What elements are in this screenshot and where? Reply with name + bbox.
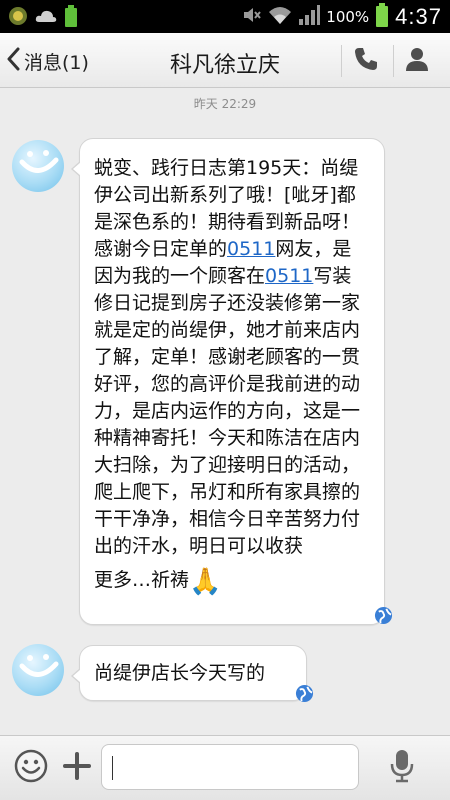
clock: 4:37 [395,4,442,29]
message-text-part: 更多…祈祷 [94,569,190,591]
back-button[interactable]: 消息(1) [6,46,89,76]
smiley-icon [14,749,48,787]
message-bubble[interactable]: 尚缇伊店长今天写的 [71,645,307,701]
call-button[interactable] [348,45,384,77]
chevron-left-icon [6,47,20,75]
message-input[interactable] [101,744,359,790]
prayer-emoji-icon: 🙏 [189,567,222,597]
message-text: 尚缇伊店长今天写的 [94,662,266,684]
message-text: 蜕变、践行日志第195天：尚缇伊公司出新系列了哦！[呲牙]都是深色系的！期待看到… [94,155,370,560]
avatar[interactable] [12,644,64,696]
divider [341,45,342,77]
signal-icon [298,5,321,29]
battery-small-icon [64,5,78,31]
globe-icon [295,684,314,703]
back-label: 消息(1) [24,51,89,74]
mute-icon [242,5,262,29]
add-attachment-button[interactable] [58,749,96,787]
emoji-button[interactable] [12,749,50,787]
status-bar: 100% 4:37 [0,0,450,33]
voice-input-button[interactable] [383,749,421,787]
wifi-icon [268,5,292,29]
title-bar: 消息(1) 科凡徐立庆 [0,33,450,88]
message-timestamp: 昨天 22:29 [193,97,257,111]
text-cursor [112,756,113,780]
input-bar [0,735,450,800]
phone-number-link[interactable]: 0511 [265,265,313,287]
phone-number-link[interactable]: 0511 [227,238,275,260]
cloud-icon [34,6,58,30]
divider [393,45,394,77]
battery-percent: 100% [326,8,370,26]
battery-icon [375,3,389,31]
contact-profile-button[interactable] [399,45,435,77]
message-bubble[interactable]: 蜕变、践行日志第195天：尚缇伊公司出新系列了哦！[呲牙]都是深色系的！期待看到… [71,138,385,625]
message-text-part: 写装修日记提到房子还没装修第一家就是定的尚缇伊，她才前来店内了解，定单！感谢老顾… [94,265,361,557]
globe-icon [374,606,393,625]
weather-sun-icon [8,6,28,30]
microphone-icon [388,748,416,788]
message-text-end: 更多…祈祷🙏 [94,567,370,596]
phone-icon [353,46,379,76]
plus-icon [62,751,92,785]
person-icon [404,46,430,76]
avatar[interactable] [12,140,64,192]
